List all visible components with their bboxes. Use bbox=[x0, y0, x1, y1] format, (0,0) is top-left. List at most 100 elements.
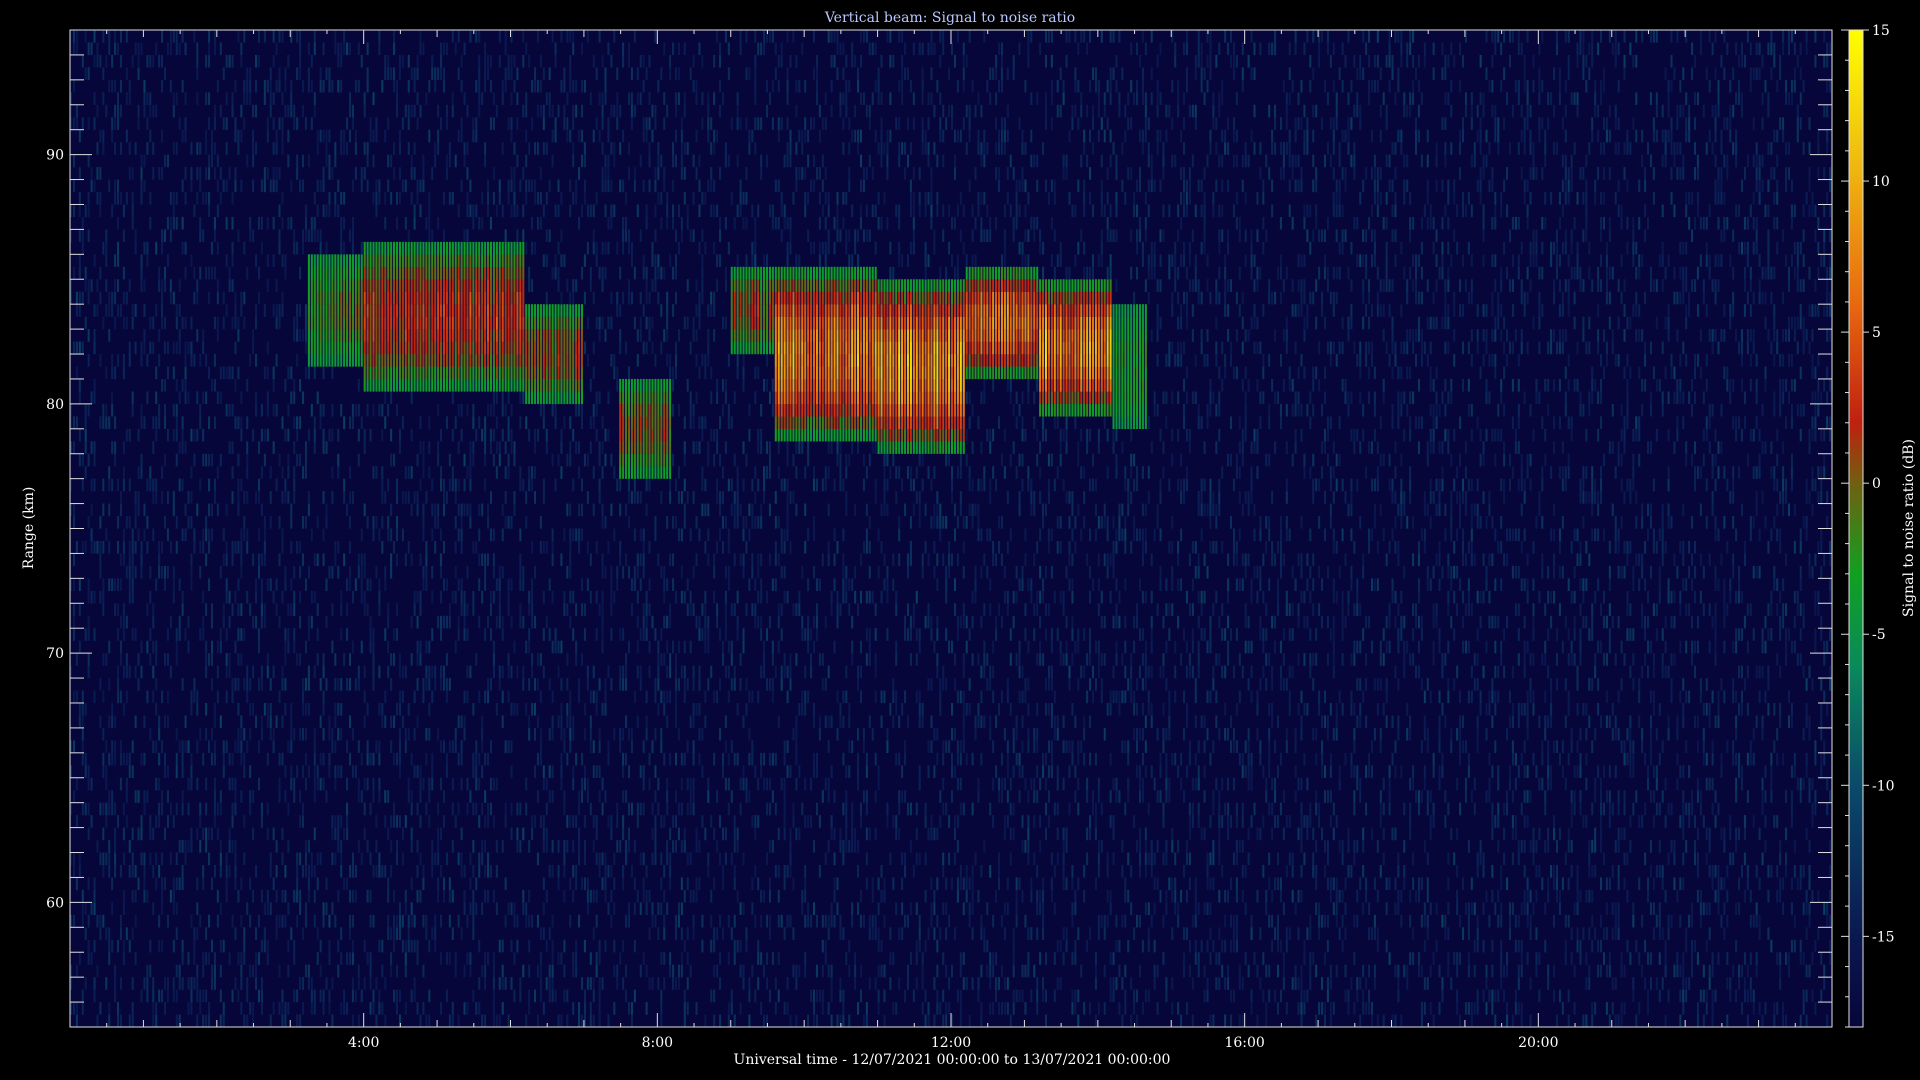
heatmap-cell bbox=[589, 378, 592, 392]
heatmap-cell bbox=[363, 341, 366, 355]
heatmap-cell bbox=[466, 952, 469, 965]
heatmap-cell bbox=[536, 329, 539, 342]
heatmap-cell bbox=[472, 702, 475, 716]
heatmap-cell bbox=[161, 304, 164, 317]
heatmap-cell bbox=[484, 815, 487, 828]
heatmap-cell bbox=[252, 329, 255, 342]
heatmap-cell bbox=[604, 565, 607, 579]
heatmap-cell bbox=[287, 640, 290, 654]
heatmap-cell bbox=[213, 952, 216, 965]
heatmap-cell bbox=[184, 528, 187, 542]
heatmap-cell bbox=[81, 902, 84, 916]
heatmap-cell bbox=[448, 366, 451, 380]
heatmap-cell bbox=[627, 914, 631, 928]
heatmap-cell bbox=[533, 615, 537, 629]
heatmap-cell bbox=[492, 640, 495, 654]
heatmap-cell bbox=[542, 117, 545, 130]
heatmap-cell bbox=[401, 491, 404, 504]
heatmap-cell bbox=[413, 914, 416, 928]
heatmap-cell bbox=[384, 291, 387, 305]
heatmap-cell bbox=[213, 790, 216, 803]
heatmap-cell bbox=[119, 491, 122, 504]
heatmap-cell bbox=[583, 727, 586, 741]
heatmap-cell bbox=[351, 341, 354, 355]
heatmap-cell bbox=[528, 466, 531, 479]
heatmap-cell bbox=[404, 279, 407, 292]
heatmap-cell bbox=[442, 254, 446, 267]
heatmap-cell bbox=[510, 403, 513, 417]
heatmap-cell bbox=[492, 316, 495, 330]
heatmap-cell bbox=[460, 578, 463, 592]
heatmap-cell bbox=[343, 553, 346, 567]
heatmap-cell bbox=[222, 316, 225, 330]
heatmap-cell bbox=[448, 478, 451, 492]
heatmap-cell bbox=[287, 129, 290, 143]
heatmap-cell bbox=[340, 678, 343, 691]
heatmap-cell bbox=[478, 67, 481, 81]
heatmap-cell bbox=[114, 291, 117, 305]
heatmap-cell bbox=[539, 952, 542, 965]
heatmap-cell bbox=[269, 466, 272, 479]
heatmap-cell bbox=[128, 553, 131, 567]
heatmap-cell bbox=[363, 827, 366, 841]
heatmap-cell bbox=[437, 441, 440, 454]
heatmap-cell bbox=[598, 852, 601, 866]
heatmap-cell bbox=[589, 266, 592, 280]
heatmap-cell bbox=[557, 640, 560, 654]
heatmap-cell bbox=[213, 977, 216, 990]
heatmap-cell bbox=[472, 354, 475, 367]
heatmap-cell bbox=[384, 864, 387, 878]
heatmap-cell bbox=[630, 453, 633, 467]
heatmap-cell bbox=[343, 266, 346, 280]
heatmap-cell bbox=[363, 441, 366, 454]
heatmap-cell bbox=[334, 204, 337, 218]
heatmap-cell bbox=[478, 341, 481, 355]
heatmap-cell bbox=[498, 1014, 501, 1028]
heatmap-cell bbox=[246, 378, 249, 392]
heatmap-cell bbox=[190, 777, 193, 791]
heatmap-cell bbox=[243, 241, 246, 255]
heatmap-cell bbox=[513, 914, 516, 928]
heatmap-cell bbox=[346, 279, 349, 292]
heatmap-cell bbox=[404, 254, 407, 267]
heatmap-cell bbox=[437, 615, 440, 629]
heatmap-cell bbox=[545, 378, 548, 392]
heatmap-cell bbox=[340, 765, 343, 778]
heatmap-cell bbox=[501, 964, 504, 978]
heatmap-cell bbox=[487, 752, 490, 766]
heatmap-cell bbox=[202, 590, 205, 604]
heatmap-cell bbox=[287, 54, 290, 68]
heatmap-cell bbox=[484, 142, 487, 155]
heatmap-cell bbox=[604, 690, 607, 704]
heatmap-cell bbox=[122, 266, 125, 280]
heatmap-cell bbox=[492, 354, 495, 367]
heatmap-cell bbox=[381, 715, 384, 729]
heatmap-cell bbox=[360, 752, 363, 766]
heatmap-cell bbox=[199, 802, 202, 816]
heatmap-cell bbox=[158, 864, 161, 878]
heatmap-cell bbox=[372, 864, 375, 878]
heatmap-cell bbox=[128, 79, 131, 93]
heatmap-cell bbox=[366, 79, 369, 93]
heatmap-cell bbox=[378, 378, 381, 392]
heatmap-cell bbox=[404, 889, 407, 903]
heatmap-cell bbox=[393, 42, 396, 56]
heatmap-cell bbox=[304, 902, 307, 916]
heatmap-cell bbox=[401, 254, 404, 267]
heatmap-cell bbox=[484, 266, 487, 280]
heatmap-cell bbox=[190, 466, 193, 479]
heatmap-cell bbox=[639, 678, 642, 691]
heatmap-cell bbox=[507, 291, 510, 305]
heatmap-cell bbox=[586, 777, 589, 791]
heatmap-cell bbox=[181, 30, 184, 43]
heatmap-cell bbox=[252, 142, 255, 155]
heatmap-cell bbox=[560, 727, 563, 741]
heatmap-cell bbox=[102, 478, 105, 492]
heatmap-cell bbox=[507, 67, 510, 81]
heatmap-cell bbox=[158, 403, 161, 417]
heatmap-cell bbox=[302, 864, 305, 878]
heatmap-cell bbox=[152, 690, 155, 704]
heatmap-cell bbox=[469, 877, 472, 891]
heatmap-cell bbox=[161, 690, 164, 704]
heatmap-cell bbox=[96, 192, 99, 205]
